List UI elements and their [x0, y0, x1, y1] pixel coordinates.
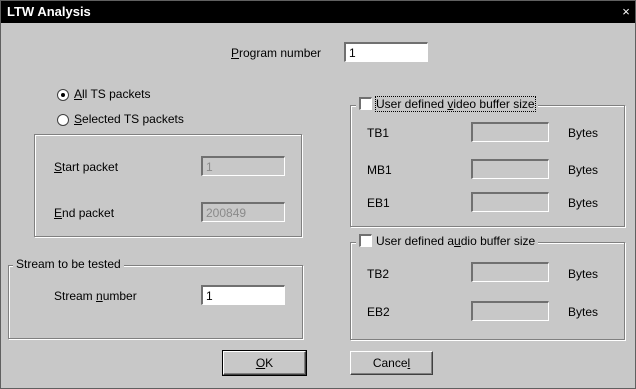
eb2-unit: Bytes: [568, 305, 599, 319]
ok-button[interactable]: OK: [222, 350, 307, 376]
tb1-label: TB1: [367, 126, 390, 140]
tb1-input[interactable]: [471, 122, 549, 142]
close-icon[interactable]: ×: [618, 3, 634, 20]
eb2-input[interactable]: [471, 301, 549, 321]
user-defined-video-label[interactable]: User defined video buffer size: [375, 96, 536, 112]
stream-number-label: Stream number: [54, 289, 137, 303]
video-buffer-group-title: User defined video buffer size: [356, 96, 538, 112]
user-defined-audio-checkbox[interactable]: [359, 234, 372, 247]
end-packet-label: End packet: [54, 206, 115, 220]
title-bar: LTW Analysis ×: [1, 1, 635, 23]
radio-selected-dot: [61, 93, 65, 97]
mb1-input[interactable]: [471, 159, 549, 179]
stream-number-input[interactable]: [201, 285, 285, 305]
ltw-analysis-dialog: LTW Analysis × Program number All TS pac…: [0, 0, 636, 389]
cancel-button[interactable]: Cancel: [350, 351, 433, 375]
audio-buffer-group: [350, 242, 625, 340]
audio-buffer-group-title: User defined audio buffer size: [356, 234, 539, 248]
eb1-unit: Bytes: [568, 196, 599, 210]
all-ts-packets-radio[interactable]: [57, 89, 69, 101]
mb1-unit: Bytes: [568, 163, 599, 177]
stream-group-title: Stream to be tested: [13, 257, 124, 271]
start-packet-label: Start packet: [54, 160, 119, 174]
dialog-title: LTW Analysis: [7, 4, 91, 19]
eb1-label: EB1: [367, 196, 390, 210]
program-number-input[interactable]: [344, 42, 428, 62]
user-defined-audio-label[interactable]: User defined audio buffer size: [376, 234, 535, 248]
tb2-input[interactable]: [471, 262, 549, 282]
end-packet-input[interactable]: [201, 202, 285, 222]
eb2-label: EB2: [367, 305, 390, 319]
tb2-label: TB2: [367, 267, 390, 281]
tb2-unit: Bytes: [568, 267, 599, 281]
program-number-label: Program number: [231, 46, 322, 60]
tb1-unit: Bytes: [568, 126, 599, 140]
start-packet-input[interactable]: [201, 156, 285, 176]
eb1-input[interactable]: [471, 192, 549, 212]
selected-ts-packets-radio[interactable]: [57, 114, 69, 126]
mb1-label: MB1: [367, 163, 392, 177]
selected-ts-packets-label[interactable]: Selected TS packets: [74, 112, 184, 126]
user-defined-video-checkbox[interactable]: [359, 97, 372, 110]
all-ts-packets-label[interactable]: All TS packets: [74, 87, 151, 101]
